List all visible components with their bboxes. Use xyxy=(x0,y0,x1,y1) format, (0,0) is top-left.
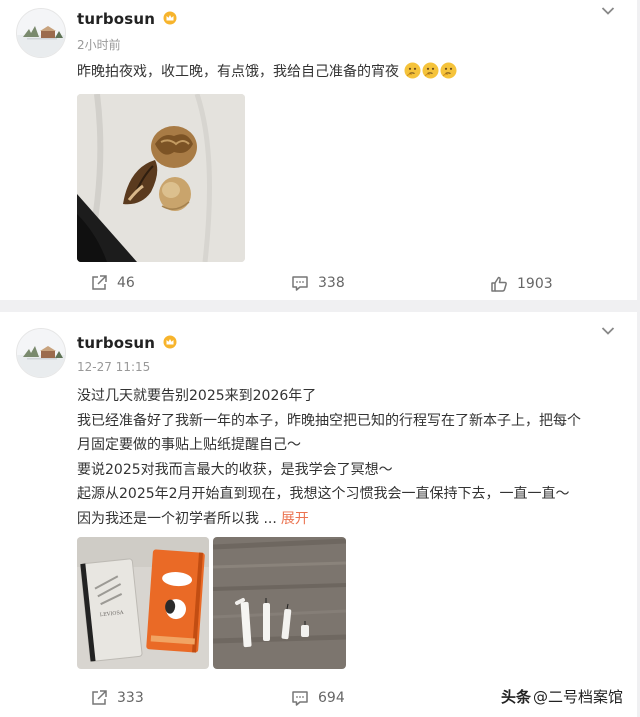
post-card-1: turbosun 2小时前 昨晚拍夜戏，收工晚，有点饿，我给自己准备的宵夜 46… xyxy=(0,0,637,300)
nuts-photo[interactable] xyxy=(77,94,245,262)
chevron-down-icon[interactable] xyxy=(601,6,615,16)
post-card-2: turbosun 12-27 11:15 没过几天就要告别2025来到2026年… xyxy=(0,312,637,717)
post-text: 昨晚拍夜戏，收工晚，有点饿，我给自己准备的宵夜 xyxy=(77,60,622,85)
watermark-handle: @二号档案馆 xyxy=(532,688,623,706)
post-text-line: 月固定要做的事贴上贴纸提醒自己～ xyxy=(77,437,301,453)
post-text: 没过几天就要告别2025来到2026年了 我已经准备好了我新一年的本子，昨晚抽空… xyxy=(77,384,622,531)
post-text-segment: 昨晚拍夜戏，收工晚，有点饿，我给自己准备的宵夜 xyxy=(77,64,399,80)
post-text-line: 昨晚拍夜戏，收工晚，有点饿，我给自己准备的宵夜 xyxy=(77,60,622,85)
avatar[interactable] xyxy=(16,8,66,58)
post-text-line: 没过几天就要告别2025来到2026年了 xyxy=(77,388,317,404)
comment-icon xyxy=(292,276,308,291)
thinking-face-emoji-icon xyxy=(440,62,457,79)
post-text-segment: 因为我还是一个初学者所以我 ... xyxy=(77,510,277,527)
expand-link[interactable]: 展开 xyxy=(281,511,309,527)
vip-crown-icon xyxy=(163,11,177,25)
post-time[interactable]: 12-27 11:15 xyxy=(77,360,150,374)
vip-crown-icon xyxy=(163,335,177,349)
candles-photo[interactable] xyxy=(213,537,346,669)
repost-button[interactable]: 46 xyxy=(90,273,135,293)
post-time[interactable]: 2小时前 xyxy=(77,36,121,53)
post-text-line: 起源从2025年2月开始直到现在，我想这个习惯我会一直保持下去，一直一直～ xyxy=(77,486,570,502)
comment-count: 338 xyxy=(318,275,345,291)
share-icon xyxy=(92,275,107,290)
username[interactable]: turbosun xyxy=(77,334,177,352)
post-text-line: 因为我还是一个初学者所以我 ... 展开 xyxy=(77,507,622,532)
chevron-down-icon[interactable] xyxy=(601,326,615,336)
comment-button[interactable]: 338 xyxy=(291,273,345,293)
username-text[interactable]: turbosun xyxy=(77,334,155,352)
comment-icon xyxy=(292,691,308,706)
like-count: 1903 xyxy=(517,276,553,292)
repost-count: 46 xyxy=(117,275,135,291)
share-icon xyxy=(92,690,107,705)
thinking-face-emoji-icon xyxy=(404,62,421,79)
repost-button[interactable]: 333 xyxy=(90,688,144,708)
avatar[interactable] xyxy=(16,328,66,378)
thumbs-up-icon xyxy=(491,276,507,292)
like-button[interactable]: 1903 xyxy=(490,274,553,294)
post-text-line: 我已经准备好了我新一年的本子，昨晚抽空把已知的行程写在了新本子上，把每个 xyxy=(77,412,581,429)
thinking-face-emoji-icon xyxy=(422,62,439,79)
username[interactable]: turbosun xyxy=(77,10,177,28)
watermark: 头条 @二号档案馆 xyxy=(501,686,623,707)
watermark-platform: 头条 xyxy=(500,688,531,706)
username-text[interactable]: turbosun xyxy=(77,10,155,28)
comment-count: 694 xyxy=(318,690,345,706)
post-text-line: 要说2025对我而言最大的收获，是我学会了冥想～ xyxy=(77,461,393,478)
repost-count: 333 xyxy=(117,690,144,706)
comment-button[interactable]: 694 xyxy=(291,688,345,708)
notebooks-photo[interactable]: LEVIOSA xyxy=(77,537,209,669)
